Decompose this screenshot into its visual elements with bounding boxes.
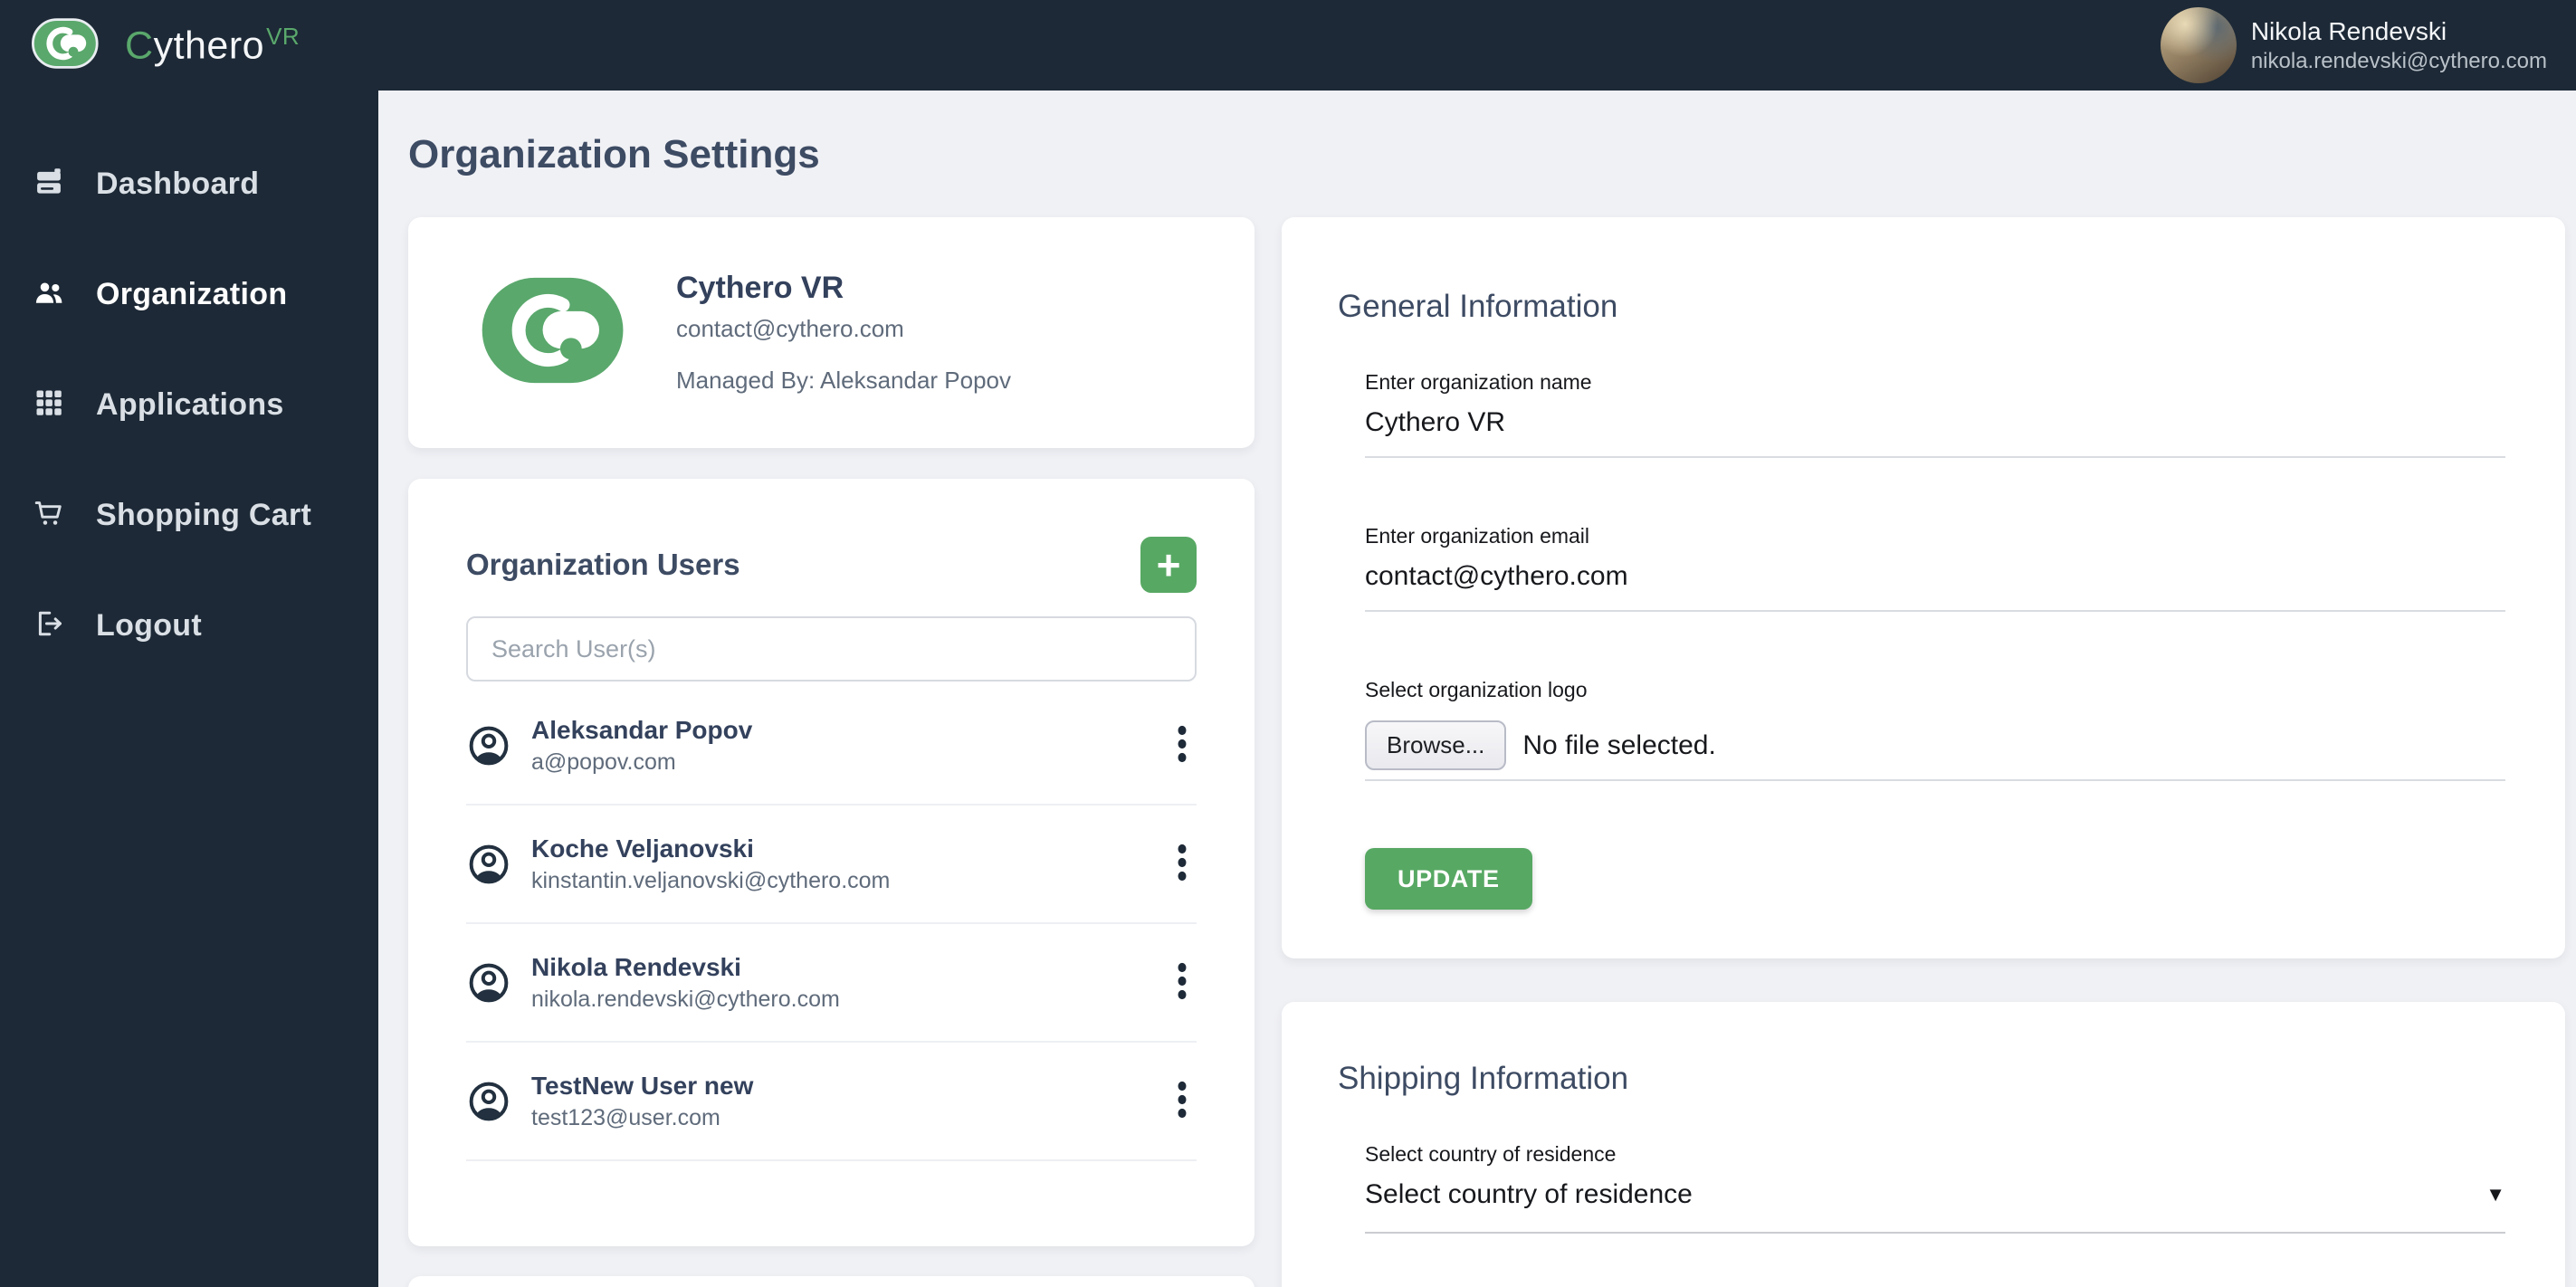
add-user-button[interactable]: +: [1140, 537, 1197, 593]
sidebar-item-dashboard[interactable]: Dashboard: [33, 154, 378, 214]
organization-logo: [477, 271, 629, 395]
kebab-icon: [1178, 1081, 1187, 1119]
user-menu[interactable]: Nikola Rendevski nikola.rendevski@cyther…: [2160, 7, 2547, 83]
topbar: CytheroVR Nikola Rendevski nikola.rendev…: [0, 0, 2576, 91]
browse-button[interactable]: Browse...: [1365, 720, 1507, 770]
organization-email-label: Enter organization email: [1365, 524, 1590, 548]
sidebar-item-label: Dashboard: [96, 166, 260, 201]
update-button[interactable]: UPDATE: [1365, 848, 1532, 910]
user-row-menu-button[interactable]: [1168, 1075, 1197, 1127]
kebab-icon: [1178, 962, 1187, 1000]
page-title: Organization Settings: [408, 132, 820, 176]
organization-email-input[interactable]: [1365, 559, 2505, 612]
chevron-down-icon: ▼: [2485, 1183, 2505, 1206]
topbar-user-email: nikola.rendevski@cythero.com: [2250, 49, 2547, 73]
user-avatar: [2160, 7, 2237, 83]
sidebar-item-shopping-cart[interactable]: Shopping Cart: [33, 485, 378, 545]
brand-superscript: VR: [266, 22, 301, 50]
brand-name: CytheroVR: [125, 22, 301, 68]
organization-summary-card: Cythero VR contact@cythero.com Managed B…: [408, 217, 1255, 448]
general-information-card: General Information Enter organization n…: [1282, 217, 2565, 958]
cythero-logo-icon: [31, 16, 100, 75]
organization-name-input[interactable]: [1365, 405, 2505, 458]
user-circle-icon: [469, 1082, 509, 1120]
user-row-menu-button[interactable]: [1168, 838, 1197, 890]
user-row: Koche Veljanovski kinstantin.veljanovski…: [466, 806, 1197, 924]
applications-icon: [33, 386, 65, 424]
user-name: Aleksandar Popov: [531, 716, 753, 744]
organization-logo-label: Select organization logo: [1365, 678, 1588, 701]
user-name: Koche Veljanovski: [531, 834, 754, 863]
logout-icon: [33, 607, 65, 644]
next-card-partial: [408, 1276, 1255, 1287]
user-circle-icon: [469, 963, 509, 1002]
file-status-text: No file selected.: [1522, 729, 1716, 760]
sidebar-item-label: Applications: [96, 386, 284, 422]
user-row-menu-button[interactable]: [1168, 720, 1197, 771]
search-users-input[interactable]: [466, 616, 1197, 682]
general-information-title: General Information: [1338, 289, 1618, 324]
sidebar-item-logout[interactable]: Logout: [33, 596, 378, 655]
sidebar-item-label: Shopping Cart: [96, 497, 312, 532]
user-email: test123@user.com: [531, 1105, 720, 1130]
kebab-icon: [1178, 844, 1187, 882]
sidebar: Dashboard Organization Applications Shop…: [0, 91, 378, 1287]
organization-icon: [33, 276, 65, 313]
country-select-label: Select country of residence: [1365, 1142, 1617, 1166]
organization-managed-by: Managed By: Aleksandar Popov: [676, 367, 1012, 394]
sidebar-item-organization[interactable]: Organization: [33, 264, 378, 324]
organization-name-label: Enter organization name: [1365, 370, 1592, 394]
main-content: Organization Settings Cythero VR contact…: [378, 91, 2576, 1287]
user-row-menu-button[interactable]: [1168, 957, 1197, 1008]
user-row: TestNew User new test123@user.com: [466, 1043, 1197, 1161]
user-email: kinstantin.veljanovski@cythero.com: [531, 868, 891, 893]
sidebar-item-label: Logout: [96, 607, 202, 643]
country-select[interactable]: Select country of residence ▼: [1365, 1177, 2505, 1234]
dashboard-icon: [33, 166, 65, 203]
sidebar-item-label: Organization: [96, 276, 288, 311]
user-row: Aleksandar Popov a@popov.com: [466, 687, 1197, 806]
user-circle-icon: [469, 844, 509, 883]
organization-email: contact@cythero.com: [676, 315, 904, 342]
brand[interactable]: CytheroVR: [31, 16, 300, 75]
country-select-value: Select country of residence: [1365, 1179, 1693, 1209]
user-row: Nikola Rendevski nikola.rendevski@cyther…: [466, 924, 1197, 1043]
organization-users-title: Organization Users: [466, 548, 740, 581]
user-name: Nikola Rendevski: [531, 953, 741, 981]
organization-name: Cythero VR: [676, 271, 844, 305]
user-email: a@popov.com: [531, 749, 676, 775]
user-email: nikola.rendevski@cythero.com: [531, 987, 840, 1012]
shipping-information-title: Shipping Information: [1338, 1061, 1629, 1096]
user-name: TestNew User new: [531, 1072, 754, 1100]
shopping-cart-icon: [33, 497, 65, 534]
kebab-icon: [1178, 725, 1187, 763]
user-circle-icon: [469, 726, 509, 765]
sidebar-item-applications[interactable]: Applications: [33, 375, 378, 434]
shipping-information-card: Shipping Information Select country of r…: [1282, 1002, 2565, 1287]
user-list: Aleksandar Popov a@popov.com Koche Velja…: [466, 687, 1197, 1161]
organization-users-card: Organization Users + Search User(s) Alek…: [408, 479, 1255, 1246]
logo-file-input: Browse... No file selected.: [1365, 720, 2505, 781]
topbar-user-name: Nikola Rendevski: [2250, 17, 2447, 45]
